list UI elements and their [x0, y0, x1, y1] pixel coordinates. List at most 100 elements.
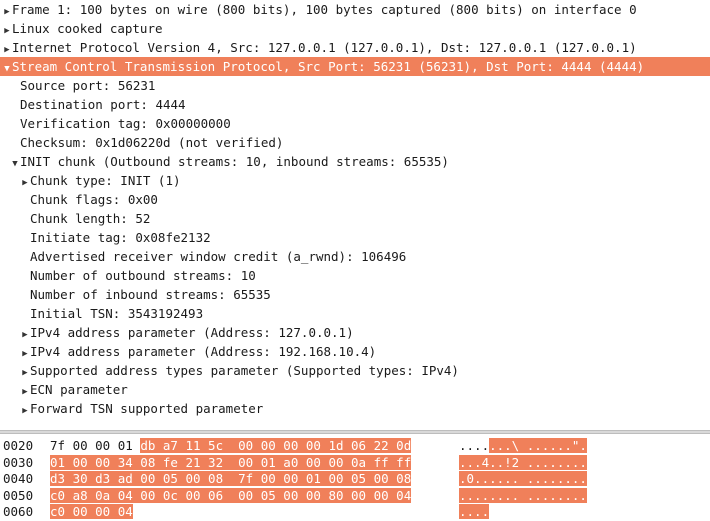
tree-row[interactable]: Checksum: 0x1d06220d (not verified) — [0, 133, 710, 152]
tree-row-label: Chunk length: 52 — [30, 211, 151, 226]
packet-details-tree: ▶ Frame 1: 100 bytes on wire (800 bits), … — [0, 0, 710, 430]
tree-row-label: Chunk type: INIT (1) — [30, 173, 181, 188]
expand-arrow-icon[interactable]: ▶ — [2, 3, 12, 19]
hex-ascii-highlighted: ...4..!2 ........ — [459, 454, 587, 470]
tree-row[interactable]: ▶ IPv4 address parameter (Address: 127.0.… — [0, 323, 710, 342]
tree-row[interactable]: Advertised receiver window credit (a_rwn… — [0, 247, 710, 266]
tree-row-label: Destination port: 4444 — [20, 97, 186, 112]
tree-row-label: INIT chunk (Outbound streams: 10, inboun… — [20, 154, 449, 169]
hex-ascii-highlighted: .... — [459, 504, 490, 519]
hex-row[interactable]: 0060 c0 00 00 04.... — [0, 503, 710, 520]
tree-row[interactable]: ▶ ECN parameter — [0, 380, 710, 399]
tree-row-label: Number of inbound streams: 65535 — [30, 287, 271, 302]
tree-row[interactable]: Initial TSN: 3543192493 — [0, 304, 710, 323]
hex-bytes: c0 00 00 04 — [50, 503, 133, 520]
hex-ascii: ...4..!2 ........ — [459, 454, 587, 471]
tree-row-label: Chunk flags: 0x00 — [30, 192, 158, 207]
tree-row[interactable]: Chunk flags: 0x00 — [0, 190, 710, 209]
collapse-arrow-icon[interactable]: ▼ — [2, 60, 12, 76]
expand-arrow-icon[interactable]: ▶ — [20, 402, 30, 418]
hex-bytes: c0 a8 0a 04 00 0c 00 06 00 05 00 00 80 0… — [50, 487, 412, 504]
tree-row-label: Source port: 56231 — [20, 78, 156, 93]
tree-row-label: Internet Protocol Version 4, Src: 127.0.… — [12, 40, 637, 55]
expand-arrow-icon[interactable]: ▶ — [20, 383, 30, 399]
hex-bytes: 7f 00 00 01 db a7 11 5c 00 00 00 00 1d 0… — [50, 437, 412, 454]
tree-row-label: Stream Control Transmission Protocol, Sr… — [12, 59, 645, 74]
expand-arrow-icon[interactable]: ▶ — [20, 174, 30, 190]
tree-row-label: ECN parameter — [30, 382, 128, 397]
tree-row-label: Number of outbound streams: 10 — [30, 268, 256, 283]
hex-ascii: .... — [459, 503, 490, 520]
tree-row[interactable]: ▶ Forward TSN supported parameter — [0, 399, 710, 418]
hex-bytes: d3 30 d3 ad 00 05 00 08 7f 00 00 01 00 0… — [50, 470, 412, 487]
tree-row[interactable]: Verification tag: 0x00000000 — [0, 114, 710, 133]
hex-ascii: ........ ........ — [459, 487, 587, 504]
hex-bytes-highlighted: c0 a8 0a 04 00 0c 00 06 00 05 00 00 80 0… — [50, 487, 412, 503]
hex-ascii-highlighted: ........ ........ — [459, 487, 587, 503]
tree-row-label: Verification tag: 0x00000000 — [20, 116, 231, 131]
hex-offset: 0030 — [3, 454, 34, 470]
expand-arrow-icon[interactable]: ▶ — [20, 326, 30, 342]
tree-row[interactable]: ▶ IPv4 address parameter (Address: 192.16… — [0, 342, 710, 361]
tree-row-label: Initial TSN: 3543192493 — [30, 306, 204, 321]
tree-row-label: Checksum: 0x1d06220d (not verified) — [20, 135, 284, 150]
hex-offset: 0050 — [3, 487, 34, 503]
hex-bytes: 01 00 00 34 08 fe 21 32 00 01 a0 00 00 0… — [50, 454, 412, 471]
expand-arrow-icon[interactable]: ▶ — [20, 364, 30, 380]
tree-row[interactable]: Number of inbound streams: 65535 — [0, 285, 710, 304]
hex-row[interactable]: 0050 c0 a8 0a 04 00 0c 00 06 00 05 00 00 … — [0, 487, 710, 504]
hex-ascii: .0...... ........ — [459, 470, 587, 487]
tree-row-label: Linux cooked capture — [12, 21, 163, 36]
tree-row-label: Forward TSN supported parameter — [30, 401, 264, 416]
hex-bytes-highlighted: d3 30 d3 ad 00 05 00 08 7f 00 00 01 00 0… — [50, 471, 412, 486]
tree-row-label: IPv4 address parameter (Address: 127.0.0… — [30, 325, 354, 340]
tree-row[interactable]: Initiate tag: 0x08fe2132 — [0, 228, 710, 247]
tree-row[interactable]: Source port: 56231 — [0, 76, 710, 95]
tree-row[interactable]: ▶ Linux cooked capture — [0, 19, 710, 38]
tree-row[interactable]: Chunk length: 52 — [0, 209, 710, 228]
hex-bytes-plain: 7f 00 00 01 — [50, 438, 141, 453]
tree-row[interactable]: ▶ Frame 1: 100 bytes on wire (800 bits), … — [0, 0, 710, 19]
tree-row[interactable]: Number of outbound streams: 10 — [0, 266, 710, 285]
hex-row[interactable]: 0030 01 00 00 34 08 fe 21 32 00 01 a0 00 … — [0, 454, 710, 471]
hex-offset: 0020 — [3, 438, 34, 453]
tree-row[interactable]: Destination port: 4444 — [0, 95, 710, 114]
hex-row[interactable]: 0020 7f 00 00 01 db a7 11 5c 00 00 00 00 … — [0, 437, 710, 454]
expand-arrow-icon[interactable]: ▶ — [2, 22, 12, 38]
tree-row[interactable]: ▶ Internet Protocol Version 4, Src: 127.0… — [0, 38, 710, 57]
hex-ascii-highlighted: ...\ ......". — [489, 438, 587, 453]
tree-row-label: Advertised receiver window credit (a_rwn… — [30, 249, 407, 264]
expand-arrow-icon[interactable]: ▶ — [2, 41, 12, 57]
packet-bytes-pane: 0020 7f 00 00 01 db a7 11 5c 00 00 00 00 … — [0, 434, 710, 521]
expand-arrow-icon[interactable]: ▶ — [20, 345, 30, 361]
tree-row[interactable]: ▶ Supported address types parameter (Supp… — [0, 361, 710, 380]
tree-row-label: Supported address types parameter (Suppo… — [30, 363, 459, 378]
tree-row[interactable]: ▼ Stream Control Transmission Protocol, S… — [0, 57, 710, 76]
tree-row-label: IPv4 address parameter (Address: 192.168… — [30, 344, 377, 359]
hex-row[interactable]: 0040 d3 30 d3 ad 00 05 00 08 7f 00 00 01 … — [0, 470, 710, 487]
tree-row[interactable]: ▼ INIT chunk (Outbound streams: 10, inbou… — [0, 152, 710, 171]
hex-ascii-plain: .... — [459, 438, 490, 453]
hex-ascii: .......\ ......". — [459, 437, 587, 454]
hex-bytes-highlighted: db a7 11 5c 00 00 00 00 1d 06 22 0d — [140, 438, 412, 453]
hex-offset: 0040 — [3, 471, 34, 486]
hex-bytes-highlighted: c0 00 00 04 — [50, 504, 133, 519]
tree-row-label: Initiate tag: 0x08fe2132 — [30, 230, 211, 245]
tree-row[interactable]: ▶ Chunk type: INIT (1) — [0, 171, 710, 190]
tree-row-label: Frame 1: 100 bytes on wire (800 bits), 1… — [12, 2, 637, 17]
hex-offset: 0060 — [3, 504, 34, 519]
hex-ascii-highlighted: .0...... ........ — [459, 471, 587, 486]
collapse-arrow-icon[interactable]: ▼ — [10, 155, 20, 171]
hex-bytes-highlighted: 01 00 00 34 08 fe 21 32 00 01 a0 00 00 0… — [50, 454, 412, 470]
